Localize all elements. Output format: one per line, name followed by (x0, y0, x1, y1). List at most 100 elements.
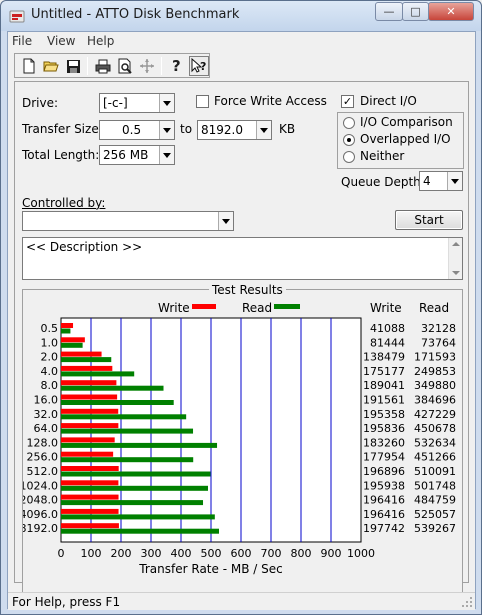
new-button[interactable] (19, 56, 39, 76)
x-tick-label: 1000 (347, 547, 375, 560)
status-text: For Help, press F1 (12, 595, 121, 609)
menu-help[interactable]: Help (87, 34, 114, 48)
read-value: 32128 (421, 322, 456, 335)
neither-radio[interactable] (343, 151, 355, 163)
chevron-down-icon (260, 127, 268, 133)
scroll-up-icon[interactable] (452, 242, 460, 246)
read-value: 427229 (414, 408, 456, 421)
start-button-label: Start (414, 213, 444, 227)
save-button[interactable] (63, 56, 83, 76)
write-value: 196416 (363, 494, 405, 507)
size-label: 256.0 (27, 451, 59, 464)
maximize-button[interactable]: □ (402, 2, 429, 21)
force-write-checkbox[interactable] (196, 95, 209, 108)
read-value: 532634 (414, 436, 456, 449)
legend-read-swatch (274, 304, 300, 309)
write-value: 175177 (363, 365, 405, 378)
new-icon (23, 58, 35, 74)
x-axis-label: Transfer Rate - MB / Sec (138, 562, 282, 576)
transfer-size-to-select[interactable]: 8192.0 (197, 120, 272, 140)
move-button[interactable] (137, 56, 157, 76)
queue-depth-dropdown-button[interactable] (447, 172, 462, 190)
queue-depth-label: Queue Depth: (341, 175, 425, 189)
controlled-by-dropdown-button[interactable] (218, 212, 233, 230)
write-value: 41088 (370, 322, 405, 335)
transfer-size-from-value: 0.5 (122, 123, 142, 137)
drive-dropdown-button[interactable] (159, 94, 174, 112)
description-text: << Description >> (26, 240, 143, 254)
write-bar (61, 508, 119, 514)
read-bar (61, 442, 218, 448)
write-value: 177954 (363, 451, 405, 464)
toolbar-separator (161, 57, 162, 75)
description-scrollbar[interactable] (448, 238, 462, 279)
x-axis-ticks: 0 100 200 300 400 500 600 700 800 900 1000 (58, 547, 376, 560)
transfer-to-dropdown-button[interactable] (256, 121, 271, 139)
queue-depth-select[interactable]: 4 (419, 171, 463, 191)
help-button[interactable]: ? (167, 56, 187, 76)
size-label: 1.0 (41, 336, 59, 349)
print-preview-button[interactable] (115, 56, 135, 76)
scroll-down-icon[interactable] (452, 271, 460, 275)
write-value: 138479 (363, 351, 405, 364)
chevron-down-icon (163, 100, 171, 106)
read-bar (61, 514, 215, 520)
read-bar (61, 371, 135, 377)
close-button[interactable]: ✕ (428, 2, 474, 21)
size-label: 1024.0 (23, 479, 58, 492)
write-bar (61, 494, 119, 500)
drive-select[interactable]: [-c-] (99, 93, 175, 113)
write-bar (61, 337, 85, 343)
total-length-select[interactable]: 256 MB (99, 145, 175, 165)
legend-read-label: Read (242, 301, 272, 315)
print-button[interactable] (93, 56, 113, 76)
chevron-down-icon (163, 152, 171, 158)
write-bar (61, 523, 119, 529)
toolbar-separator (87, 57, 88, 75)
read-bar (61, 528, 219, 534)
overlapped-io-label: Overlapped I/O (360, 132, 451, 146)
controlled-by-select[interactable] (22, 211, 234, 231)
resize-grip-icon[interactable] (461, 596, 473, 608)
start-button[interactable]: Start (395, 210, 463, 230)
print-preview-icon (118, 58, 132, 74)
read-value: 484759 (414, 494, 456, 507)
open-button[interactable] (41, 56, 61, 76)
overlapped-io-radio[interactable] (343, 134, 355, 146)
write-bar (61, 365, 113, 371)
read-bar (61, 471, 211, 477)
io-comparison-radio[interactable] (343, 117, 355, 129)
context-help-button[interactable]: ? (189, 56, 209, 76)
force-write-label: Force Write Access (214, 94, 327, 108)
neither-label: Neither (360, 149, 405, 163)
size-label: 8192.0 (23, 522, 58, 535)
write-bar (61, 408, 119, 414)
transfer-size-from-select[interactable]: 0.5 (99, 120, 175, 140)
chevron-down-icon (163, 127, 171, 133)
read-value: 525057 (414, 508, 456, 521)
menu-file[interactable]: File (12, 34, 32, 48)
write-bar (61, 394, 118, 400)
total-length-label: Total Length: (22, 148, 100, 162)
menu-view[interactable]: View (47, 34, 75, 48)
read-value: 539267 (414, 522, 456, 535)
read-value: 384696 (414, 394, 456, 407)
transfer-from-dropdown-button[interactable] (159, 121, 174, 139)
description-field[interactable]: << Description >> (22, 237, 463, 280)
value-columns: 41088 32128 81444 73764 138479 171593 175177 24… (363, 322, 456, 535)
direct-io-checkbox[interactable]: ✓ (341, 95, 354, 108)
size-label: 8.0 (41, 379, 59, 392)
read-bar (61, 342, 83, 348)
queue-depth-value: 4 (423, 174, 431, 188)
read-bar (61, 400, 174, 405)
write-value: 196416 (363, 508, 405, 521)
size-label: 16.0 (34, 394, 59, 407)
client-area: File View Help ? ? Drive: [-c-] Force Wr… (7, 31, 476, 610)
minimize-button[interactable]: — (375, 2, 403, 21)
title-bar[interactable]: Untitled - ATTO Disk Benchmark — □ ✕ (1, 1, 481, 31)
transfer-unit-label: KB (279, 122, 296, 136)
total-length-dropdown-button[interactable] (159, 146, 174, 164)
x-tick-label: 100 (81, 547, 102, 560)
size-labels: 0.51.0 2.04.08.0 16.032.064.0128.0 256.0512… (23, 322, 58, 535)
write-value: 196896 (363, 465, 405, 478)
